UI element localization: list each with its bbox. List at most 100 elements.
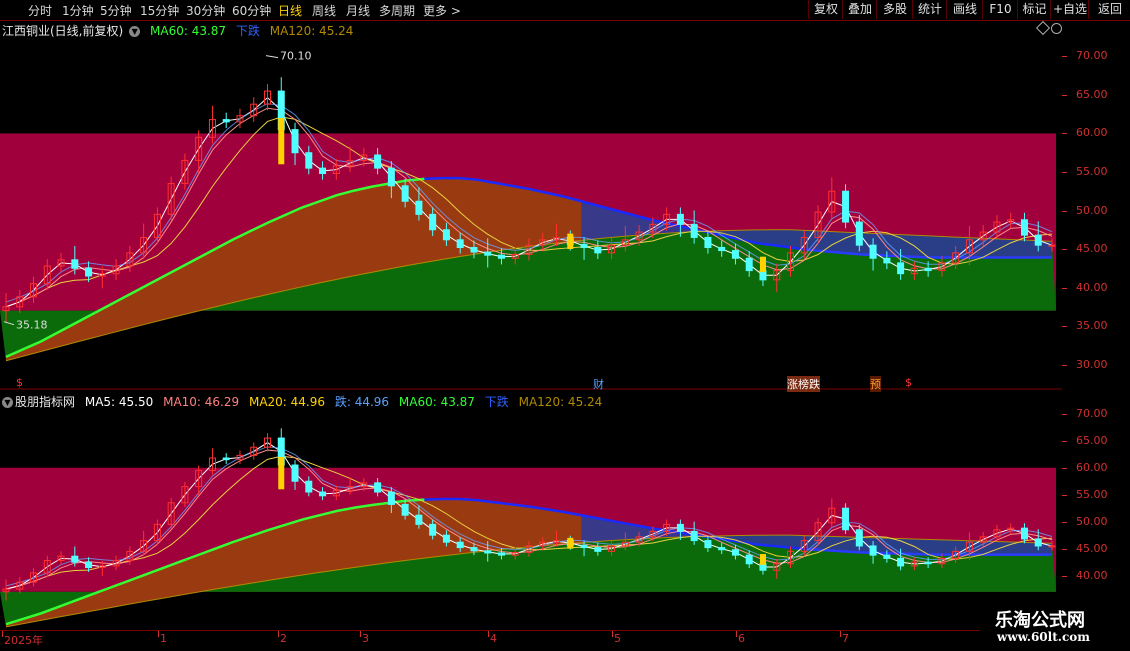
period-tab[interactable]: 30分钟 (186, 2, 225, 19)
price-tick-label: 55.00 (1076, 487, 1108, 501)
candle-body (470, 547, 478, 552)
toolbar-button[interactable]: F10 (982, 0, 1018, 19)
candle-body (291, 464, 299, 482)
toolbar-button[interactable]: 统计 (912, 0, 947, 19)
toolbar-button[interactable]: 画线 (946, 0, 983, 19)
chevron-down-icon[interactable]: ▼ (2, 397, 13, 408)
indicator-chart[interactable] (0, 391, 1062, 630)
candle-body (374, 482, 382, 493)
candle-body (484, 251, 492, 256)
signal-marker (278, 118, 285, 165)
event-marker[interactable]: 涨榜跌 (787, 376, 820, 392)
stock-title[interactable]: 江西铜业(日线,前复权) (2, 24, 123, 38)
price-tick-label: 45.00 (1076, 242, 1108, 256)
toolbar-button[interactable]: +自选 (1050, 0, 1089, 19)
candle-body (222, 457, 230, 461)
toolbar-button[interactable]: 多股 (876, 0, 913, 19)
candle-body (497, 552, 505, 556)
signal-marker (567, 537, 574, 549)
period-tab[interactable]: 日线 (278, 2, 302, 19)
candle-body (470, 246, 478, 253)
toolbar-button[interactable]: 返回 (1088, 0, 1130, 19)
period-tab[interactable]: 60分钟 (232, 2, 271, 19)
axis-tick-mark (1062, 56, 1067, 58)
date-tick-mark (736, 631, 737, 637)
ma120-label: MA120: 45.24 (269, 24, 354, 38)
candle-body (497, 254, 505, 259)
price-tick-label: 50.00 (1076, 514, 1108, 528)
axis-tick-mark (1062, 575, 1067, 577)
date-tick-mark (278, 631, 279, 637)
date-tick-label: 1 (160, 632, 167, 645)
event-marker[interactable]: 财 (593, 376, 604, 392)
toolbar-button[interactable]: 复权 (808, 0, 843, 19)
date-tick-label: 4 (490, 632, 497, 645)
toolbar-button[interactable]: 标记 (1017, 0, 1051, 19)
period-tab[interactable]: 1分钟 (62, 2, 94, 19)
candle-body (718, 547, 726, 551)
axis-tick-mark (1062, 467, 1067, 469)
period-toolbar: 分时 1分钟 5分钟 15分钟 30分钟 60分钟 日线 周线 月线 多周期 更多 > 复权 叠加 多股统… (0, 0, 1130, 21)
event-marker[interactable]: $ (905, 376, 912, 389)
chevron-down-icon[interactable]: ▼ (129, 26, 141, 37)
candle-body (429, 523, 437, 536)
candle-body (429, 213, 437, 231)
date-tick-mark (360, 631, 361, 637)
period-tab[interactable]: 15分钟 (140, 2, 179, 19)
date-tick-label: 2 (280, 632, 287, 645)
watermark-title: 乐淘公式网 (995, 610, 1085, 631)
date-tick-label: 7 (842, 632, 849, 645)
candle-body (704, 236, 712, 248)
trend-label: 下跌 (235, 24, 260, 38)
candle-body (1048, 545, 1056, 548)
indicator-name[interactable]: 股朋指标网 (15, 395, 75, 409)
axis-tick-mark (1062, 249, 1067, 251)
candle-body (1034, 538, 1042, 547)
candle-body (580, 544, 588, 549)
candle-body (319, 167, 327, 175)
candle-body (1048, 244, 1056, 247)
candle-body (387, 491, 395, 505)
event-marker[interactable]: 预 (870, 376, 881, 392)
period-tab[interactable]: 更多 > (423, 2, 461, 19)
event-marker[interactable]: $ (16, 376, 23, 389)
watermark-url: www.60lt.com (997, 630, 1090, 644)
main-price-axis: 70.00 65.00 60.00 55.00 50.00 45.00 40.00 35.00… (1062, 21, 1130, 390)
candle-body (883, 554, 891, 559)
main-kline-chart[interactable]: 70.10 35.18 (0, 21, 1062, 390)
period-tab[interactable]: 分时 (28, 2, 52, 19)
candle-body (897, 262, 905, 275)
axis-tick-mark (1062, 326, 1067, 328)
circle-icon[interactable] (1051, 23, 1062, 34)
candle-body (484, 550, 492, 554)
period-tab[interactable]: 5分钟 (100, 2, 132, 19)
candle-body (305, 152, 313, 169)
candle-body (842, 190, 850, 223)
ma60-label: MA60: 43.87 (398, 395, 475, 409)
candle-body (676, 523, 684, 532)
signal-marker (759, 256, 766, 273)
ma10-label: MA10: 46.29 (163, 395, 240, 409)
period-tab[interactable]: 月线 (346, 2, 370, 19)
period-tab[interactable]: 多周期 (379, 2, 415, 19)
date-tick-mark (2, 631, 3, 637)
indicator-title-bar: ▼ 股朋指标网 MA5: 45.50 MA10: 46.29 MA20: 44.9… (2, 393, 608, 410)
date-tick-mark (488, 631, 489, 637)
candle-body (401, 503, 409, 516)
axis-tick-mark (1062, 210, 1067, 212)
toolbar-button[interactable]: 叠加 (842, 0, 877, 19)
candle-body (869, 545, 877, 556)
candle-body (594, 246, 602, 254)
price-tick-label: 70.00 (1076, 406, 1108, 420)
price-tick-label: 65.00 (1076, 433, 1108, 447)
candle-body (374, 154, 382, 169)
period-tab[interactable]: 周线 (312, 2, 336, 19)
price-tick-label: 40.00 (1076, 280, 1108, 294)
candle-body (442, 534, 450, 543)
axis-tick-mark (1062, 364, 1067, 366)
axis-tick-mark (1062, 521, 1067, 523)
date-tick-label: 2025年 (4, 634, 43, 647)
candle-body (676, 213, 684, 225)
candle-body (401, 185, 409, 202)
signal-marker (278, 456, 285, 490)
